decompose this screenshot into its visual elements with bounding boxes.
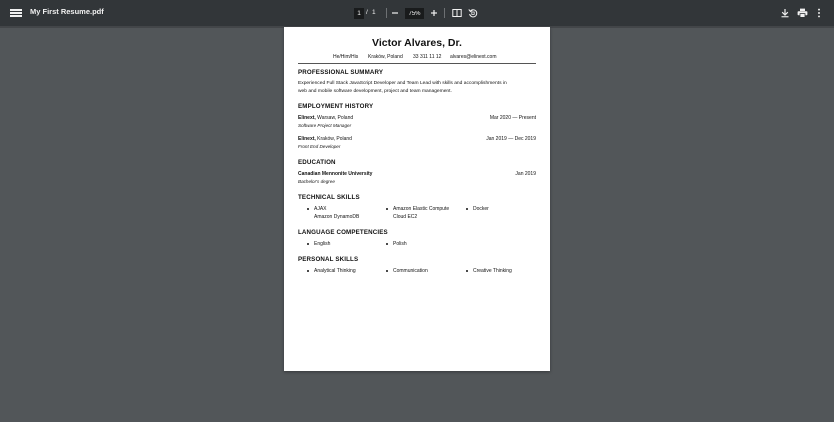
fit-to-page-icon[interactable] xyxy=(452,8,462,18)
personal-skill-item: Communication xyxy=(386,268,428,274)
job-company: Elinext, Kraków, Poland xyxy=(298,136,352,142)
rotate-icon[interactable] xyxy=(468,8,478,18)
contact-pronouns: He/Him/His xyxy=(333,54,359,60)
skill-item: Amazon DynamoDB xyxy=(314,214,360,220)
degree: Bachelor's degree xyxy=(298,179,335,184)
summary-line: web and mobile software development, pro… xyxy=(298,88,452,94)
job-dates: Mar 2020 — Present xyxy=(489,115,536,121)
personal-skill-item: Creative Thinking xyxy=(466,268,512,274)
school-name: Canadian Mennonite University xyxy=(298,171,373,177)
zoom-input[interactable] xyxy=(405,8,424,19)
job-dates: Jan 2019 — Dec 2019 xyxy=(486,136,536,142)
job-role: Software Project Manager xyxy=(298,123,352,128)
personal-skill-item: Analytical Thinking xyxy=(307,268,356,274)
company-name: Elinext, xyxy=(298,115,316,121)
job-company: Elinext, Warsaw, Poland xyxy=(298,115,353,121)
document-title: My First Resume.pdf xyxy=(30,7,104,16)
page-number-input[interactable] xyxy=(354,8,364,19)
language-item: Polish xyxy=(386,241,407,247)
print-icon[interactable] xyxy=(797,8,808,18)
skill-item: Docker xyxy=(466,206,489,212)
contact-phone: 33 311 11 12 xyxy=(413,54,442,60)
summary-line: Experienced Full Stack JavaScript Develo… xyxy=(298,81,507,86)
language-heading: LANGUAGE COMPETENCIES xyxy=(298,229,388,236)
resume-name: Victor Alvares, Dr. xyxy=(372,37,462,49)
toolbar-divider xyxy=(386,8,387,18)
education-heading: EDUCATION xyxy=(298,159,336,166)
header-divider xyxy=(298,63,536,64)
personal-skills-heading: PERSONAL SKILLS xyxy=(298,256,359,263)
more-vert-icon[interactable] xyxy=(816,8,822,18)
contact-email: alvares@elinext.com xyxy=(450,54,497,60)
language-item: English xyxy=(306,241,331,247)
page-total: 1 xyxy=(372,9,376,16)
toolbar-divider xyxy=(444,8,445,18)
education-date: Jan 2019 xyxy=(515,171,536,177)
summary-heading: PROFESSIONAL SUMMARY xyxy=(298,69,384,76)
employment-heading: EMPLOYMENT HISTORY xyxy=(298,103,374,110)
job-role: Front End Developer xyxy=(298,144,341,149)
company-name: Elinext, xyxy=(298,136,316,142)
job-location: Warsaw, Poland xyxy=(315,115,354,121)
summary-text: Experienced Full Stack JavaScript Develo… xyxy=(298,80,538,95)
technical-skills-heading: TECHNICAL SKILLS xyxy=(298,194,360,201)
page-separator: / xyxy=(366,9,368,16)
skill-item-continued: Cloud EC2 xyxy=(393,214,418,220)
skill-item: AJAX xyxy=(307,206,327,212)
download-icon[interactable] xyxy=(780,8,790,18)
skill-item: Amazon Elastic Compute xyxy=(385,206,450,212)
contact-location: Kraków, Poland xyxy=(368,54,403,60)
plus-icon[interactable] xyxy=(430,9,438,17)
minus-icon[interactable] xyxy=(391,9,399,17)
pdf-page: Victor Alvares, Dr. He/Him/His Kraków, P… xyxy=(284,27,550,371)
pdf-toolbar: My First Resume.pdf / 1 xyxy=(0,0,834,26)
menu-icon[interactable] xyxy=(8,5,24,21)
job-location: Kraków, Poland xyxy=(315,136,352,142)
